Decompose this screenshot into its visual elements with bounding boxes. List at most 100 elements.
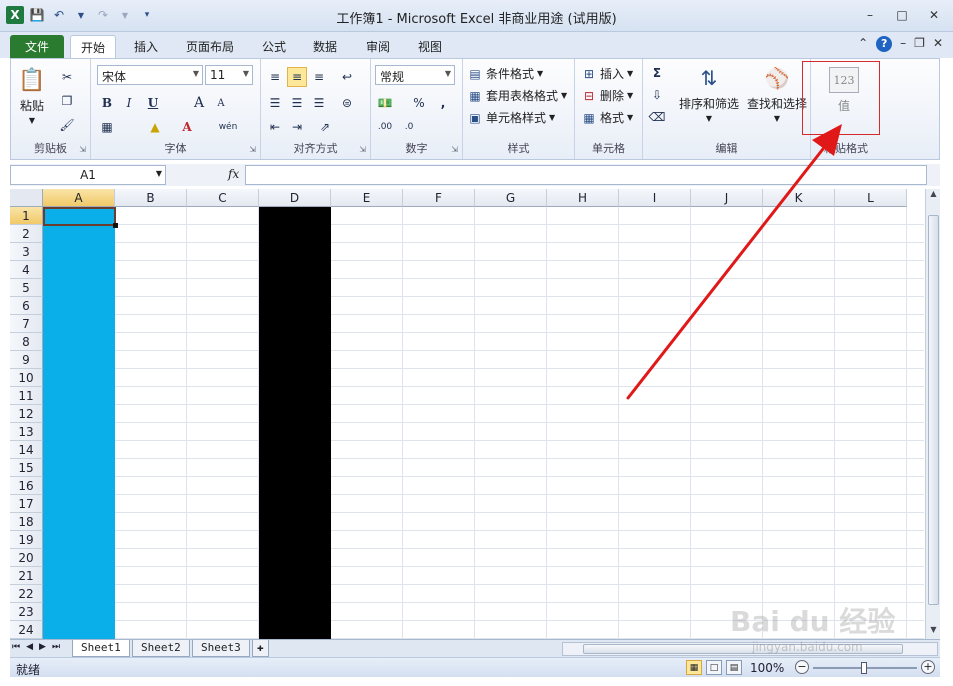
clipboard-launcher-icon[interactable]: ⇲	[79, 145, 86, 154]
next-sheet-icon[interactable]: ▶	[39, 642, 46, 652]
underline-button[interactable]: U	[143, 93, 163, 113]
find-select-button[interactable]: ⚾ 查找和选择 ▼	[747, 63, 807, 123]
minimize-ribbon-icon[interactable]: ⌃	[858, 36, 868, 52]
format-painter-icon[interactable]: 🖌	[57, 115, 77, 135]
increase-indent-icon[interactable]: ⇥	[287, 117, 307, 137]
accounting-format-icon[interactable]: 💵	[375, 93, 395, 113]
row-header-17[interactable]: 17	[10, 495, 43, 513]
tab-review[interactable]: 审阅	[356, 35, 400, 58]
tab-file[interactable]: 文件	[10, 35, 64, 58]
sort-filter-button[interactable]: ⇅ 排序和筛选 ▼	[679, 63, 739, 123]
wrap-text-icon[interactable]: ↩	[337, 67, 357, 87]
zoom-slider[interactable]: − +	[795, 660, 935, 676]
grow-font-button[interactable]: A	[189, 93, 209, 113]
paste-button[interactable]: 📋 粘贴 ▼	[18, 65, 45, 126]
column-header-h[interactable]: H	[547, 189, 619, 207]
row-header-18[interactable]: 18	[10, 513, 43, 531]
insert-sheet-icon[interactable]: ✚	[252, 640, 269, 657]
horizontal-scrollbar[interactable]	[562, 642, 938, 656]
row-header-24[interactable]: 24	[10, 621, 43, 639]
paste-dropdown-icon[interactable]: ▼	[29, 116, 35, 125]
italic-button[interactable]: I	[119, 93, 139, 113]
copy-icon[interactable]: ❐	[57, 91, 77, 111]
zoom-level[interactable]: 100%	[750, 661, 784, 675]
fill-color-icon[interactable]: ▲	[145, 117, 165, 137]
decrease-indent-icon[interactable]: ⇤	[265, 117, 285, 137]
zoom-slider-knob[interactable]	[861, 662, 867, 674]
cut-icon[interactable]: ✂	[57, 67, 77, 87]
tab-insert[interactable]: 插入	[124, 35, 168, 58]
autosum-icon[interactable]: Σ	[647, 63, 667, 83]
row-header-13[interactable]: 13	[10, 423, 43, 441]
tab-data[interactable]: 数据	[303, 35, 347, 58]
column-header-j[interactable]: J	[691, 189, 763, 207]
vertical-scrollbar[interactable]: ▲ ▼	[925, 189, 940, 639]
tab-view[interactable]: 视图	[408, 35, 452, 58]
percent-style-icon[interactable]: %	[409, 93, 429, 113]
row-header-15[interactable]: 15	[10, 459, 43, 477]
font-launcher-icon[interactable]: ⇲	[249, 145, 256, 154]
name-box[interactable]: A1 ▼	[10, 165, 166, 185]
sheet-tab-3[interactable]: Sheet3	[192, 640, 250, 657]
zoom-out-icon[interactable]: −	[795, 660, 809, 674]
comma-style-icon[interactable]: ,	[433, 93, 453, 113]
orientation-icon[interactable]: ⇗	[315, 117, 335, 137]
row-header-22[interactable]: 22	[10, 585, 43, 603]
close-icon[interactable]: ✕	[923, 6, 945, 24]
row-header-20[interactable]: 20	[10, 549, 43, 567]
align-center-icon[interactable]: ☰	[287, 93, 307, 113]
normal-view-icon[interactable]: ▦	[686, 660, 702, 675]
doc-close-icon[interactable]: ✕	[933, 36, 943, 52]
cell-styles-button[interactable]: ▣ 单元格样式 ▼	[467, 109, 555, 126]
tab-page-layout[interactable]: 页面布局	[176, 35, 244, 58]
column-header-a[interactable]: A	[43, 189, 115, 207]
align-right-icon[interactable]: ☰	[309, 93, 329, 113]
maximize-icon[interactable]: □	[891, 6, 913, 24]
align-bottom-icon[interactable]: ≡	[309, 67, 329, 87]
font-color-button[interactable]: A	[177, 117, 197, 137]
tab-home[interactable]: 开始	[70, 35, 117, 58]
help-icon[interactable]: ?	[876, 36, 893, 52]
column-header-g[interactable]: G	[475, 189, 547, 207]
column-header-d[interactable]: D	[259, 189, 331, 207]
decrease-decimal-icon[interactable]: .0	[399, 117, 419, 137]
scroll-up-icon[interactable]: ▲	[926, 189, 941, 203]
row-header-21[interactable]: 21	[10, 567, 43, 585]
row-header-10[interactable]: 10	[10, 369, 43, 387]
row-header-3[interactable]: 3	[10, 243, 43, 261]
row-header-9[interactable]: 9	[10, 351, 43, 369]
minimize-icon[interactable]: –	[859, 6, 881, 24]
column-header-e[interactable]: E	[331, 189, 403, 207]
row-header-6[interactable]: 6	[10, 297, 43, 315]
column-header-b[interactable]: B	[115, 189, 187, 207]
conditional-format-button[interactable]: ▤ 条件格式 ▼	[467, 65, 543, 82]
select-all-corner[interactable]	[10, 189, 43, 207]
shrink-font-button[interactable]: A	[211, 93, 231, 113]
zoom-in-icon[interactable]: +	[921, 660, 935, 674]
bold-button[interactable]: B	[97, 93, 117, 113]
alignment-launcher-icon[interactable]: ⇲	[359, 145, 366, 154]
sheet-tab-1[interactable]: Sheet1	[72, 640, 130, 657]
tab-formulas[interactable]: 公式	[252, 35, 296, 58]
row-header-4[interactable]: 4	[10, 261, 43, 279]
align-middle-icon[interactable]: ≡	[287, 67, 307, 87]
phonetic-button[interactable]: wén	[213, 117, 243, 137]
doc-minimize-icon[interactable]: –	[900, 36, 906, 52]
merge-center-icon[interactable]: ⊜	[337, 93, 357, 113]
border-icon[interactable]: ▦	[97, 117, 117, 137]
number-format-select[interactable]: 常规 ▼	[375, 65, 455, 85]
fill-icon[interactable]: ⇩	[647, 85, 667, 105]
row-header-19[interactable]: 19	[10, 531, 43, 549]
cell-area[interactable]	[43, 207, 924, 639]
active-cell-a1[interactable]	[43, 207, 118, 228]
prev-sheet-icon[interactable]: ◀	[26, 642, 33, 652]
align-left-icon[interactable]: ☰	[265, 93, 285, 113]
clear-icon[interactable]: ⌫	[647, 107, 667, 127]
column-header-f[interactable]: F	[403, 189, 475, 207]
row-header-2[interactable]: 2	[10, 225, 43, 243]
insert-cells-button[interactable]: ⊞ 插入 ▼	[581, 65, 633, 82]
formula-input[interactable]	[245, 165, 927, 185]
format-cells-button[interactable]: ▦ 格式 ▼	[581, 109, 633, 126]
format-as-table-button[interactable]: ▦ 套用表格格式 ▼	[467, 87, 567, 104]
insert-function-button[interactable]: fx	[228, 167, 239, 181]
